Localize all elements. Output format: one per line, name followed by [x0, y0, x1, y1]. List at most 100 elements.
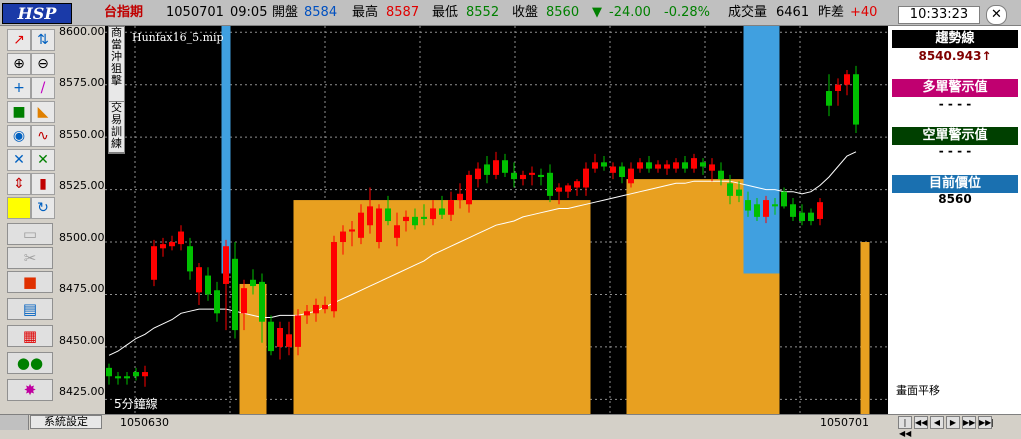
band-bar [293, 200, 591, 414]
signal-panel: 趨勢線 8540.943↑ 多單警示值 - - - - 空單警示值 - - - … [888, 26, 1021, 414]
status-bar: 系統設定 1050630 1050701 |◀◀ ◀◀ ◀ ▶ ▶▶ ▶▶| [0, 414, 1021, 438]
gloves-icon[interactable]: ●● [7, 352, 53, 374]
last-page-button[interactable]: ▶▶| [978, 416, 994, 429]
first-page-button[interactable]: |◀◀ [898, 416, 912, 438]
trend-line-icon[interactable]: ↗ [7, 29, 31, 51]
indicator-file-label: Hunfax16_5.mip [132, 31, 224, 44]
close-button[interactable]: ✕ [986, 5, 1007, 25]
candle-body [250, 279, 256, 287]
candle-body [709, 164, 715, 171]
y-tick-label: 8425.00 [59, 385, 105, 398]
candle-body [475, 168, 481, 180]
candle-body [736, 189, 742, 196]
candle-body [781, 191, 787, 207]
spread-value: +40 [850, 5, 878, 20]
y-tick-label: 8575.00 [59, 76, 105, 89]
high-value: 8587 [386, 5, 420, 20]
candle-body [763, 200, 769, 217]
back-button[interactable]: ◀ [930, 416, 944, 429]
period-label: 5分鐘線 [114, 397, 158, 411]
candle-icon[interactable]: ▮ [31, 173, 55, 195]
notes-icon[interactable]: ▤ [7, 298, 53, 320]
candle-body [628, 168, 634, 184]
candle-body [295, 315, 301, 347]
training-tab[interactable]: 交易訓練 [108, 101, 125, 153]
star-icon[interactable]: ✸ [7, 379, 53, 401]
tool-palette: ↗ ⇅ ⊕ ⊖ + / ■ ◣ ◉ ∿ ✕ ✕ ⇕ ▮ ↻ ▭ ✂ ■ ▤ ▦ … [0, 26, 56, 414]
short-alert-header: 空單警示值 [892, 127, 1018, 145]
candle-body [610, 166, 616, 173]
long-alert-header: 多單警示值 [892, 79, 1018, 97]
candle-body [133, 372, 139, 377]
candle-body [340, 231, 346, 243]
candle-body [574, 181, 580, 188]
lock-icon[interactable]: ■ [7, 101, 31, 123]
scissors-icon[interactable]: ✂ [7, 247, 53, 269]
settings-button[interactable]: 系統設定 [30, 415, 102, 429]
candle-body [385, 208, 391, 222]
candle-body [646, 162, 652, 169]
signal-bar [221, 26, 231, 274]
candle-body [142, 372, 148, 377]
candle-body [394, 225, 400, 238]
candle-body [439, 208, 445, 215]
compare-icon[interactable]: ✕ [7, 149, 31, 171]
candle-body [430, 208, 436, 219]
cross-icon[interactable]: ✕ [31, 149, 55, 171]
wave-icon[interactable]: ∿ [31, 125, 55, 147]
split-icon[interactable]: ⇅ [31, 29, 55, 51]
candle-body [268, 321, 274, 352]
chart-canvas [105, 26, 888, 414]
forward-button[interactable]: ▶ [946, 416, 960, 429]
ruler-icon[interactable]: ◣ [31, 101, 55, 123]
candle-body [151, 246, 157, 280]
candle-body [826, 91, 832, 106]
candle-body [106, 367, 112, 377]
trend-header: 趨勢線 [892, 30, 1018, 48]
fast-forward-button[interactable]: ▶▶ [962, 416, 976, 429]
fast-back-button[interactable]: ◀◀ [914, 416, 928, 429]
candle-body [493, 160, 499, 175]
candle-body [322, 304, 328, 310]
quote-time: 09:05 [230, 5, 268, 20]
zoom-out-icon[interactable]: ⊖ [31, 53, 55, 75]
stop-icon[interactable]: ■ [7, 271, 53, 293]
zoom-in-icon[interactable]: ⊕ [7, 53, 31, 75]
color-icon[interactable] [7, 197, 31, 219]
grid-icon[interactable]: ▦ [7, 325, 53, 347]
folder-icon[interactable]: ▭ [7, 223, 53, 245]
price-axis: 8600.00 8575.00 8550.00 8525.00 8500.00 … [56, 26, 105, 414]
candle-body [511, 172, 517, 180]
crosshair-icon[interactable]: + [7, 77, 31, 99]
candlestick-chart[interactable]: 商 當沖狙擊 交易訓練 Hunfax16_5.mip 5分鐘線 [105, 26, 888, 414]
candle-body [421, 216, 427, 219]
candle-body [349, 229, 355, 232]
candle-body [700, 162, 706, 167]
candle-body [196, 267, 202, 293]
draw-line-icon[interactable]: / [31, 77, 55, 99]
short-alert-value: - - - - [938, 144, 972, 158]
candle-body [241, 288, 247, 314]
candle-body [214, 290, 220, 314]
volume-value: 6461 [776, 5, 810, 20]
candle-body [547, 172, 553, 196]
candle-body [331, 242, 337, 312]
y-tick-label: 8525.00 [59, 179, 105, 192]
candle-body [160, 244, 166, 249]
candle-body [601, 162, 607, 167]
open-value: 8584 [304, 5, 338, 20]
up-down-icon[interactable]: ⇕ [7, 173, 31, 195]
position-header: 目前價位 [892, 175, 1018, 193]
high-label: 最高 [352, 5, 379, 20]
x-end-label: 1050701 [820, 416, 869, 429]
refresh-icon[interactable]: ↻ [31, 197, 55, 219]
indicator-icon[interactable]: ◉ [7, 125, 31, 147]
candle-body [745, 200, 751, 211]
candle-body [673, 162, 679, 169]
candle-body [817, 202, 823, 219]
y-tick-label: 8500.00 [59, 231, 105, 244]
clock: 10:33:23 [898, 6, 980, 24]
signal-bar [743, 26, 780, 274]
candle-body [304, 311, 310, 316]
change-arrow-icon: ▼ [592, 5, 602, 20]
